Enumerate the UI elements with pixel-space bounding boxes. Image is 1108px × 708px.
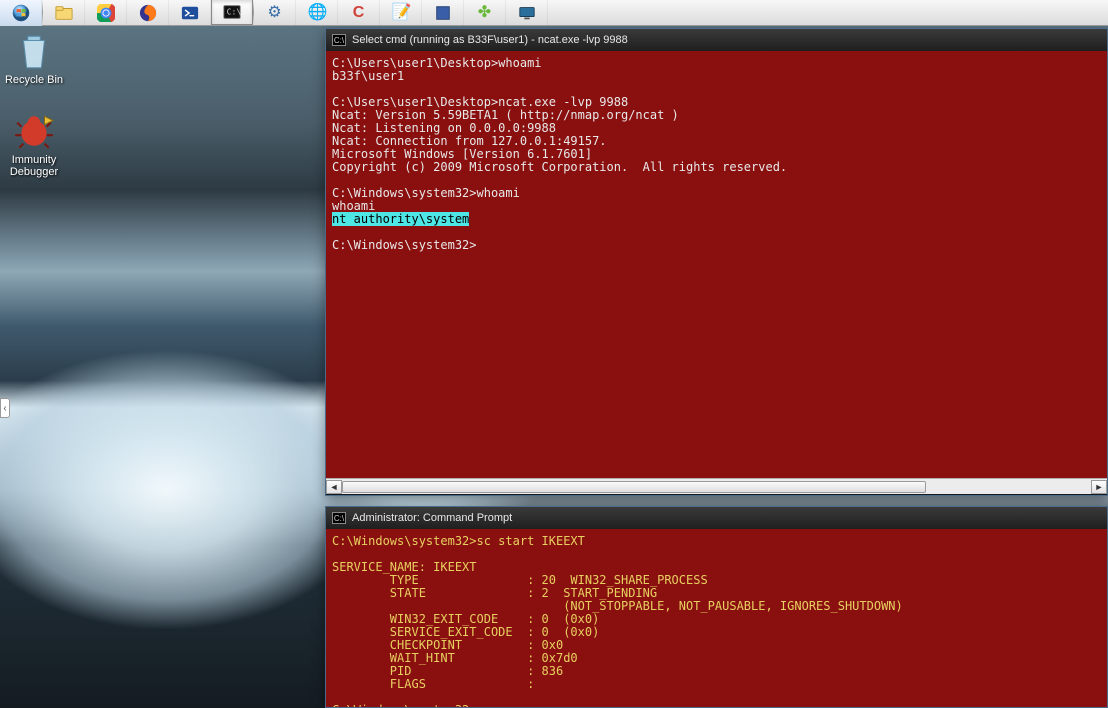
- term-line: C:\Users\user1\Desktop>ncat.exe -lvp 998…: [332, 95, 628, 109]
- ncat-terminal[interactable]: C:\Users\user1\Desktop>whoami b33f\user1…: [326, 51, 1107, 478]
- taskbar-chrome[interactable]: [85, 0, 127, 25]
- ccleaner-icon: C: [350, 4, 368, 22]
- taskbar-clover[interactable]: ✤: [464, 0, 506, 25]
- term-line: PID : 836: [332, 664, 563, 678]
- taskbar-firefox[interactable]: [127, 0, 169, 25]
- immunity-debugger-label: Immunity Debugger: [0, 154, 70, 178]
- horizontal-scrollbar[interactable]: ◄ ►: [326, 478, 1107, 494]
- term-line: C:\Windows\system32>: [332, 238, 477, 252]
- term-line: Microsoft Windows [Version 6.1.7601]: [332, 147, 592, 161]
- file-explorer-icon: [55, 4, 73, 22]
- term-line: WAIT_HINT : 0x7d0: [332, 651, 578, 665]
- taskbar: C:\ ⚙ 🌐 C 📝 ✤: [0, 0, 1108, 26]
- term-line: FLAGS :: [332, 677, 534, 691]
- admin-cmd-window[interactable]: C:\ Administrator: Command Prompt C:\Win…: [325, 506, 1108, 708]
- admin-terminal[interactable]: C:\Windows\system32>sc start IKEEXT SERV…: [326, 529, 1107, 707]
- windows-orb-icon: [12, 4, 30, 22]
- term-line: Ncat: Version 5.59BETA1 ( http://nmap.or…: [332, 108, 679, 122]
- globe-icon: 🌐: [308, 4, 326, 22]
- cmd-icon: C:\: [223, 3, 241, 21]
- term-line: Copyright (c) 2009 Microsoft Corporation…: [332, 160, 787, 174]
- taskbar-monitor[interactable]: [506, 0, 548, 25]
- recycle-bin[interactable]: Recycle Bin: [0, 30, 70, 86]
- term-line: C:\Windows\system32>whoami: [332, 186, 520, 200]
- ncat-title: Select cmd (running as B33F\user1) - nca…: [352, 34, 628, 46]
- scroll-right-button[interactable]: ►: [1091, 480, 1107, 494]
- start-button[interactable]: [0, 0, 42, 26]
- taskbar-powershell[interactable]: [169, 0, 211, 25]
- scroll-track[interactable]: [342, 480, 1091, 494]
- cmd-window-icon: C:\: [332, 512, 346, 524]
- term-line: STATE : 2 START_PENDING: [332, 586, 657, 600]
- ncat-titlebar[interactable]: C:\ Select cmd (running as B33F\user1) -…: [326, 29, 1107, 51]
- term-line: SERVICE_NAME: IKEEXT: [332, 560, 477, 574]
- admin-title: Administrator: Command Prompt: [352, 512, 512, 524]
- taskbar-file-explorer[interactable]: [43, 0, 85, 25]
- term-line: TYPE : 20 WIN32_SHARE_PROCESS: [332, 573, 708, 587]
- scroll-thumb[interactable]: [342, 481, 926, 493]
- powershell-icon: [181, 4, 199, 22]
- ncat-window[interactable]: C:\ Select cmd (running as B33F\user1) -…: [325, 28, 1108, 496]
- clover-icon: ✤: [476, 4, 494, 22]
- svg-text:C:\: C:\: [227, 7, 241, 17]
- immunity-debugger-icon: [13, 110, 55, 152]
- recycle-bin-icon: [13, 30, 55, 72]
- term-line: C:\Users\user1\Desktop>whoami: [332, 56, 542, 70]
- taskbar-ccleaner[interactable]: C: [338, 0, 380, 25]
- immunity-debugger[interactable]: Immunity Debugger: [0, 110, 70, 178]
- notepad-icon: 📝: [392, 4, 410, 22]
- taskbar-cmd[interactable]: C:\: [211, 0, 253, 25]
- firefox-icon: [139, 4, 157, 22]
- term-line: WIN32_EXIT_CODE : 0 (0x0): [332, 612, 599, 626]
- monitor-icon: [518, 4, 536, 22]
- term-line: Ncat: Connection from 127.0.0.1:49157.: [332, 134, 607, 148]
- term-line: CHECKPOINT : 0x0: [332, 638, 563, 652]
- tools-icon: ⚙: [266, 4, 284, 22]
- scroll-left-button[interactable]: ◄: [326, 480, 342, 494]
- admin-titlebar[interactable]: C:\ Administrator: Command Prompt: [326, 507, 1107, 529]
- recycle-bin-label: Recycle Bin: [5, 74, 63, 86]
- chrome-icon: [97, 4, 115, 22]
- term-line: (NOT_STOPPABLE, NOT_PAUSABLE, IGNORES_SH…: [332, 599, 903, 613]
- term-line: Ncat: Listening on 0.0.0.0:9988: [332, 121, 556, 135]
- taskbar-app-blue[interactable]: [422, 0, 464, 25]
- term-line: SERVICE_EXIT_CODE : 0 (0x0): [332, 625, 599, 639]
- taskbar-tools[interactable]: ⚙: [254, 0, 296, 25]
- term-line: b33f\user1: [332, 69, 404, 83]
- term-line-selected: nt authority\system: [332, 212, 469, 226]
- taskbar-globe[interactable]: 🌐: [296, 0, 338, 25]
- app-icon-blue: [434, 4, 452, 22]
- left-edge-handle[interactable]: ‹: [0, 398, 10, 418]
- term-line: C:\Windows\system32>sc start IKEEXT: [332, 534, 585, 548]
- term-line: C:\Windows\system32>: [332, 703, 477, 707]
- cmd-window-icon: C:\: [332, 34, 346, 46]
- term-line: whoami: [332, 199, 375, 213]
- taskbar-notepad[interactable]: 📝: [380, 0, 422, 25]
